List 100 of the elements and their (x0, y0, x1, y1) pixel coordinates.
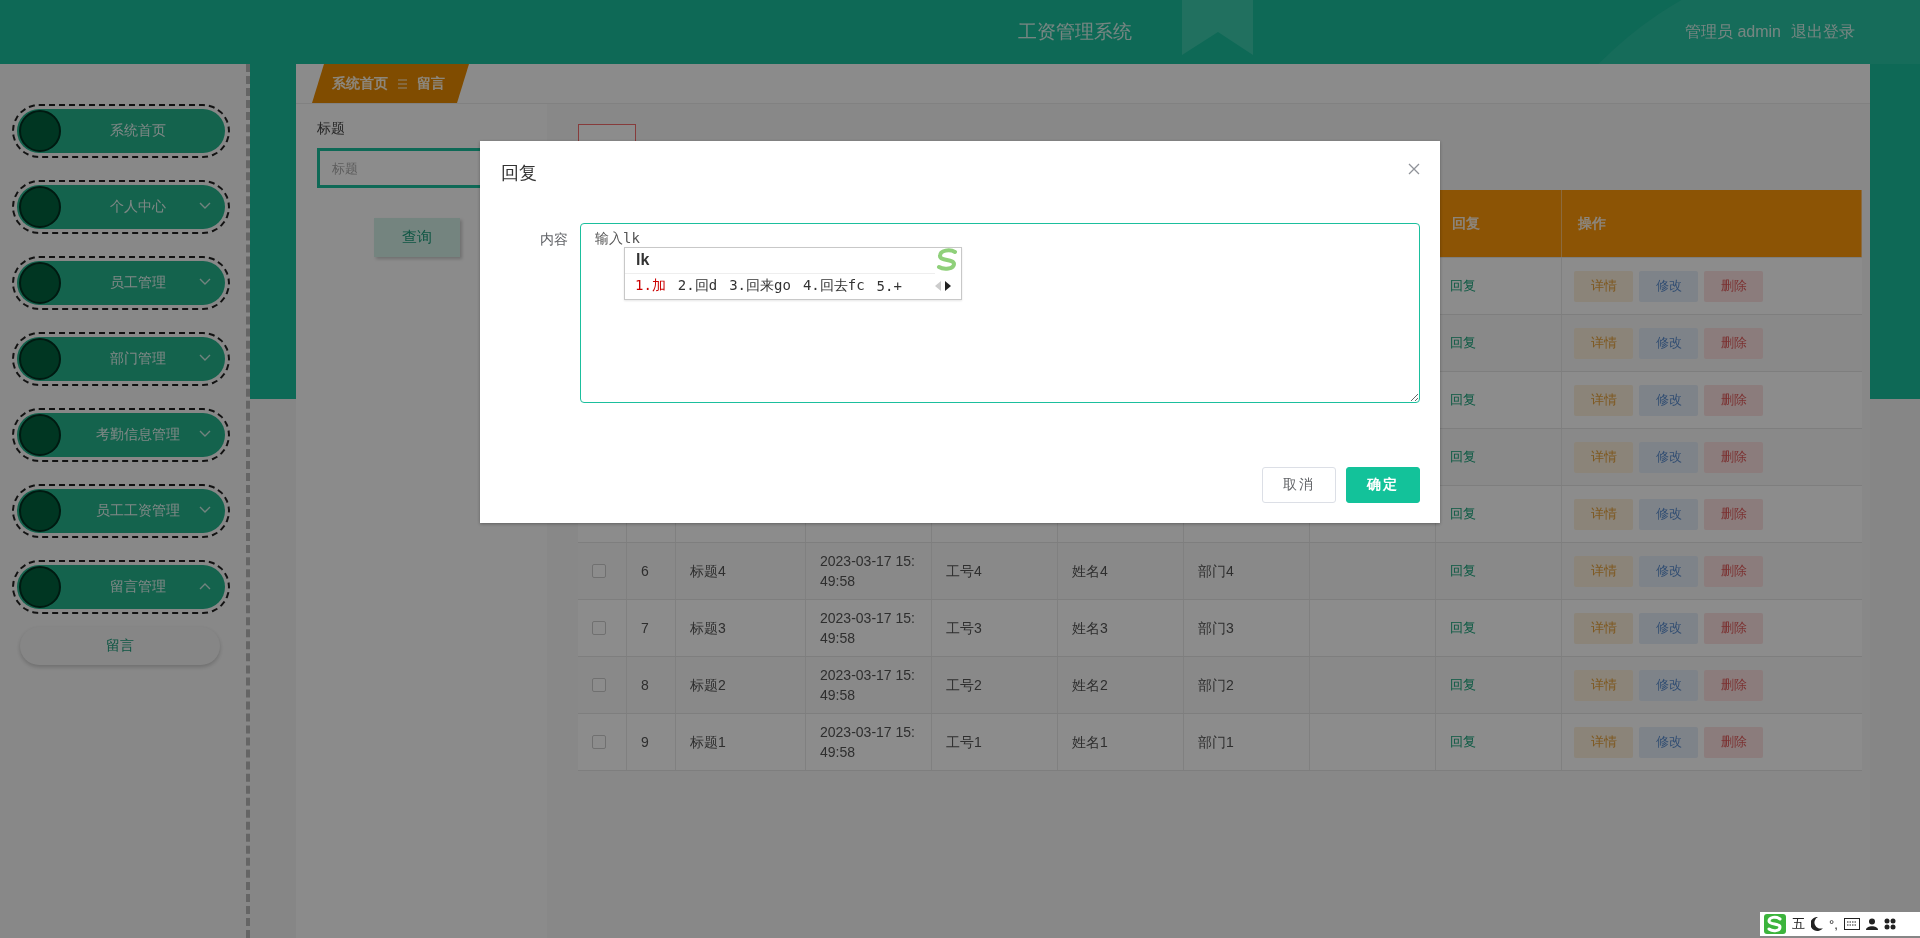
action-button[interactable]: 详情 (1574, 555, 1633, 587)
action-button[interactable]: 修改 (1639, 327, 1698, 359)
filter-label: 标题 (317, 120, 346, 138)
action-button[interactable]: 修改 (1639, 441, 1698, 473)
ime-candidate[interactable]: 5.+ (876, 278, 902, 295)
confirm-button[interactable]: 确定 (1346, 467, 1420, 503)
field-label: 内容 (539, 230, 568, 249)
table-cell-text: 2023-03-17 15:49:58 (820, 666, 916, 705)
table-cell-text: 部门4 (1198, 562, 1234, 581)
input-mode[interactable]: 五 (1792, 915, 1805, 933)
action-button[interactable]: 修改 (1639, 384, 1698, 416)
grid-icon[interactable] (1883, 918, 1896, 930)
table-cell-text: 部门2 (1198, 676, 1234, 695)
menu-item[interactable]: 部门管理 (12, 332, 230, 386)
action-button[interactable]: 删除 (1704, 270, 1763, 302)
action-button[interactable]: 修改 (1639, 270, 1698, 302)
table-cell-text: 2023-03-17 15:49:58 (820, 609, 916, 648)
cancel-button[interactable]: 取消 (1262, 467, 1336, 503)
action-button[interactable]: 详情 (1574, 327, 1633, 359)
table-cell-text: 姓名2 (1072, 676, 1108, 695)
menu-item[interactable]: 个人中心 (12, 180, 230, 234)
table-cell-text: 姓名4 (1072, 562, 1108, 581)
table-cell-text: 标题2 (690, 676, 726, 695)
action-button[interactable]: 删除 (1704, 498, 1763, 530)
user-name: 管理员 admin (1684, 22, 1781, 42)
chevron-icon (199, 582, 211, 590)
menu-item[interactable]: 员工工资管理 (12, 484, 230, 538)
row-checkbox[interactable] (592, 621, 606, 635)
ime-logo-icon[interactable] (1764, 914, 1786, 934)
action-button[interactable]: 删除 (1704, 726, 1763, 758)
table-cell-text: 7 (641, 619, 649, 638)
action-button[interactable]: 修改 (1639, 669, 1698, 701)
punctuation-mode[interactable]: °, (1829, 916, 1838, 932)
submenu-item[interactable]: 留言 (20, 627, 220, 665)
reply-link[interactable]: 回复 (1450, 333, 1476, 353)
app-title: 工资管理系统 (1018, 20, 1132, 44)
table-cell-text: 工号2 (946, 676, 982, 695)
table-cell-text: 8 (641, 676, 649, 695)
action-button[interactable]: 详情 (1574, 441, 1633, 473)
table-cell-text: 标题1 (690, 733, 726, 752)
row-checkbox[interactable] (592, 735, 606, 749)
table-cell-text: 工号4 (946, 562, 982, 581)
table-cell-text: 2023-03-17 15:49:58 (820, 723, 916, 762)
close-icon[interactable] (1408, 163, 1420, 175)
action-button[interactable]: 删除 (1704, 384, 1763, 416)
separator-icon (398, 78, 407, 89)
menu-dot-icon (19, 338, 61, 380)
reply-link[interactable]: 回复 (1450, 276, 1476, 296)
action-button[interactable]: 修改 (1639, 498, 1698, 530)
menu-item[interactable]: 考勤信息管理 (12, 408, 230, 462)
menu-dot-icon (19, 490, 61, 532)
row-checkbox[interactable] (592, 678, 606, 692)
keyboard-icon[interactable] (1843, 918, 1860, 930)
action-button[interactable]: 删除 (1704, 555, 1763, 587)
action-button[interactable]: 详情 (1574, 270, 1633, 302)
chevron-icon (199, 202, 211, 210)
reply-link[interactable]: 回复 (1450, 732, 1476, 752)
table-cell-text: 部门3 (1198, 619, 1234, 638)
chevron-icon (199, 430, 211, 438)
next-icon[interactable] (945, 281, 951, 292)
reply-link[interactable]: 回复 (1450, 447, 1476, 467)
ime-candidate[interactable]: 4.回去fc (802, 277, 865, 296)
menu-item[interactable]: 留言管理 (12, 560, 230, 614)
action-button[interactable]: 删除 (1704, 669, 1763, 701)
table-cell-text: 工号3 (946, 619, 982, 638)
menu-item[interactable]: 员工管理 (12, 256, 230, 310)
breadcrumb-link[interactable]: 留言 (417, 74, 445, 93)
ime-candidate[interactable]: 3.回来go (729, 277, 791, 296)
ime-candidate[interactable]: 2.回d (677, 277, 718, 296)
table-cell-text: 部门1 (1198, 733, 1234, 752)
action-button[interactable]: 详情 (1574, 498, 1633, 530)
action-button[interactable]: 详情 (1574, 669, 1633, 701)
action-button[interactable]: 修改 (1639, 726, 1698, 758)
row-checkbox[interactable] (592, 564, 606, 578)
menu-item[interactable]: 系统首页 (12, 104, 230, 158)
action-button[interactable]: 详情 (1574, 726, 1633, 758)
reply-link[interactable]: 回复 (1450, 675, 1476, 695)
action-button[interactable]: 详情 (1574, 384, 1633, 416)
breadcrumb-link[interactable]: 系统首页 (332, 74, 388, 93)
action-button[interactable]: 修改 (1639, 555, 1698, 587)
action-button[interactable]: 详情 (1574, 612, 1633, 644)
reply-link[interactable]: 回复 (1450, 390, 1476, 410)
menu-dot-icon (19, 186, 61, 228)
menu-dot-icon (19, 110, 61, 152)
reply-link[interactable]: 回复 (1450, 504, 1476, 524)
logout-link[interactable]: 退出登录 (1791, 22, 1855, 43)
action-button[interactable]: 删除 (1704, 612, 1763, 644)
action-button[interactable]: 删除 (1704, 327, 1763, 359)
table-cell-text: 2023-03-17 15:49:58 (820, 552, 916, 591)
action-button[interactable]: 删除 (1704, 441, 1763, 473)
action-button[interactable]: 修改 (1639, 612, 1698, 644)
reply-link[interactable]: 回复 (1450, 618, 1476, 638)
reply-link[interactable]: 回复 (1450, 561, 1476, 581)
user-icon[interactable] (1865, 918, 1878, 930)
moon-icon[interactable] (1811, 917, 1823, 931)
ime-candidate[interactable]: 1.加 (635, 277, 666, 296)
query-button[interactable]: 查询 (374, 218, 460, 257)
menu-dot-icon (19, 262, 61, 304)
chevron-icon (199, 354, 211, 362)
table-cell-text: 标题3 (690, 619, 726, 638)
